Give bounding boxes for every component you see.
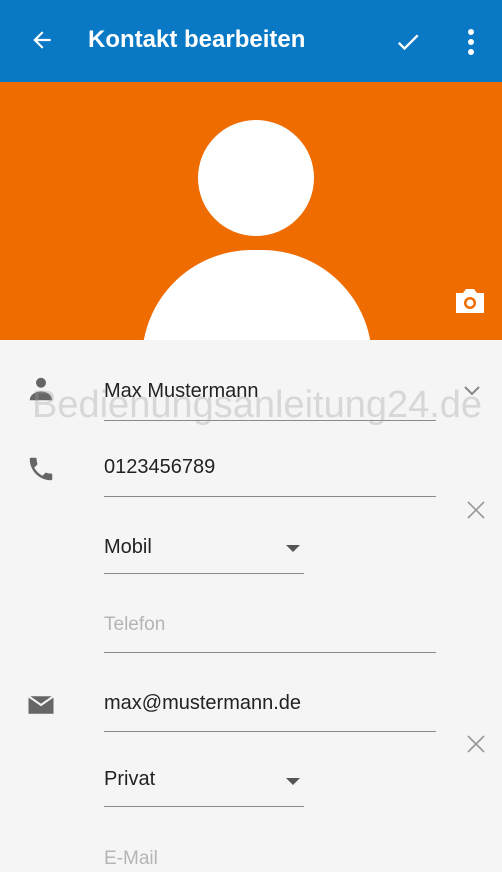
change-photo-button[interactable]: [453, 286, 487, 316]
more-options-button[interactable]: [456, 24, 486, 60]
back-button[interactable]: [24, 22, 60, 58]
email-type-underline: [104, 806, 304, 807]
email-type-dropdown-arrow[interactable]: [286, 778, 300, 785]
new-phone-underline: [104, 652, 436, 653]
email-field-underline: [104, 731, 436, 732]
chevron-down-icon[interactable]: [462, 384, 482, 398]
remove-phone-button[interactable]: [464, 498, 488, 522]
phone-field-underline: [104, 496, 436, 497]
contact-photo-area[interactable]: [0, 82, 502, 340]
avatar-head-shape: [198, 120, 314, 236]
camera-icon: [456, 289, 484, 313]
remove-email-button[interactable]: [464, 732, 488, 756]
page-title: Kontakt bearbeiten: [88, 26, 306, 53]
avatar-body-shape: [142, 250, 372, 340]
name-field-underline: [104, 420, 436, 421]
email-type-select[interactable]: Privat: [104, 766, 155, 792]
phone-icon: [29, 457, 53, 481]
phone-field[interactable]: 0123456789: [104, 454, 215, 480]
more-vert-icon: [468, 29, 474, 55]
app-toolbar: Kontakt bearbeiten: [0, 0, 502, 82]
contact-edit-form: Max Mustermann 0123456789 Mobil Telefon …: [0, 340, 502, 869]
email-icon: [27, 695, 55, 714]
phone-type-underline: [104, 573, 304, 574]
email-field[interactable]: max@mustermann.de: [104, 690, 301, 716]
name-field[interactable]: Max Mustermann: [104, 378, 259, 404]
new-phone-field[interactable]: Telefon: [104, 612, 165, 638]
phone-type-dropdown-arrow[interactable]: [286, 545, 300, 552]
check-icon: [397, 34, 419, 51]
person-icon: [29, 377, 53, 401]
new-email-field[interactable]: E-Mail: [104, 846, 158, 872]
phone-type-select[interactable]: Mobil: [104, 534, 152, 560]
save-button[interactable]: [390, 24, 426, 60]
arrow-back-icon: [33, 31, 51, 49]
